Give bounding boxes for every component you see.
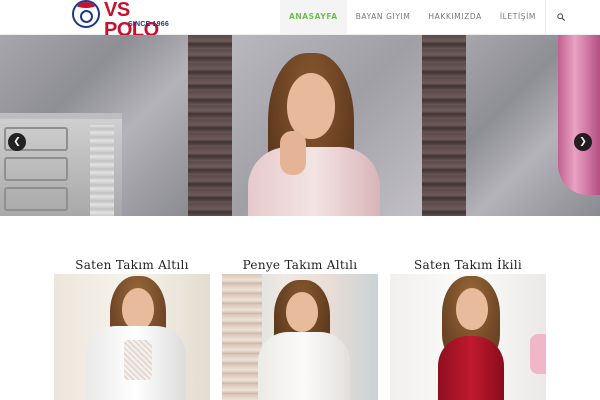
product-title[interactable]: Penye Takım Altılı	[222, 256, 378, 274]
hero-slider[interactable]: ❮ ❯	[0, 35, 600, 216]
nav-item-anasayfa[interactable]: ANASAYFA	[280, 0, 347, 34]
slide-pillar-right	[422, 35, 466, 216]
brand-name: VS POLO	[104, 0, 159, 41]
product-title[interactable]: Saten Takım İkili	[390, 256, 546, 274]
product-title[interactable]: Saten Takım Altılı	[54, 256, 210, 274]
nav-item-hakkimizda[interactable]: HAKKIMIZDA	[419, 0, 490, 34]
brand-tagline: SINCE 1966	[128, 21, 169, 28]
slider-prev-button[interactable]: ❮	[8, 133, 26, 151]
product-image[interactable]	[54, 274, 210, 400]
product-card[interactable]: Saten Takım Altılı	[54, 256, 210, 400]
search-button[interactable]	[545, 0, 575, 34]
slide-model-face	[287, 73, 335, 139]
nav-item-bayan-giyim[interactable]: BAYAN GIYIM	[347, 0, 420, 34]
chevron-right-icon: ❯	[579, 137, 587, 147]
site-header: VS POLO SINCE 1966 ANASAYFA BAYAN GIYIM …	[0, 0, 600, 40]
product-card[interactable]: Penye Takım Altılı	[222, 256, 378, 400]
slide-pillar-left	[188, 35, 232, 216]
product-image[interactable]	[390, 274, 546, 400]
brand-badge-icon	[72, 0, 100, 28]
search-icon	[556, 13, 565, 21]
chevron-left-icon: ❮	[13, 137, 21, 147]
main-nav: ANASAYFA BAYAN GIYIM HAKKIMIZDA İLETİŞİM	[280, 0, 575, 34]
product-card[interactable]: Saten Takım İkili	[390, 256, 546, 400]
brand-logo[interactable]: VS POLO SINCE 1966	[70, 0, 170, 40]
nav-item-iletisim[interactable]: İLETİŞİM	[491, 0, 545, 34]
slide-model-arm	[280, 131, 306, 175]
slider-next-button[interactable]: ❯	[574, 133, 592, 151]
slide-curtain	[558, 35, 600, 195]
slide-model-robe	[248, 147, 380, 216]
product-image[interactable]	[222, 274, 378, 400]
slide-dresser	[0, 113, 122, 216]
